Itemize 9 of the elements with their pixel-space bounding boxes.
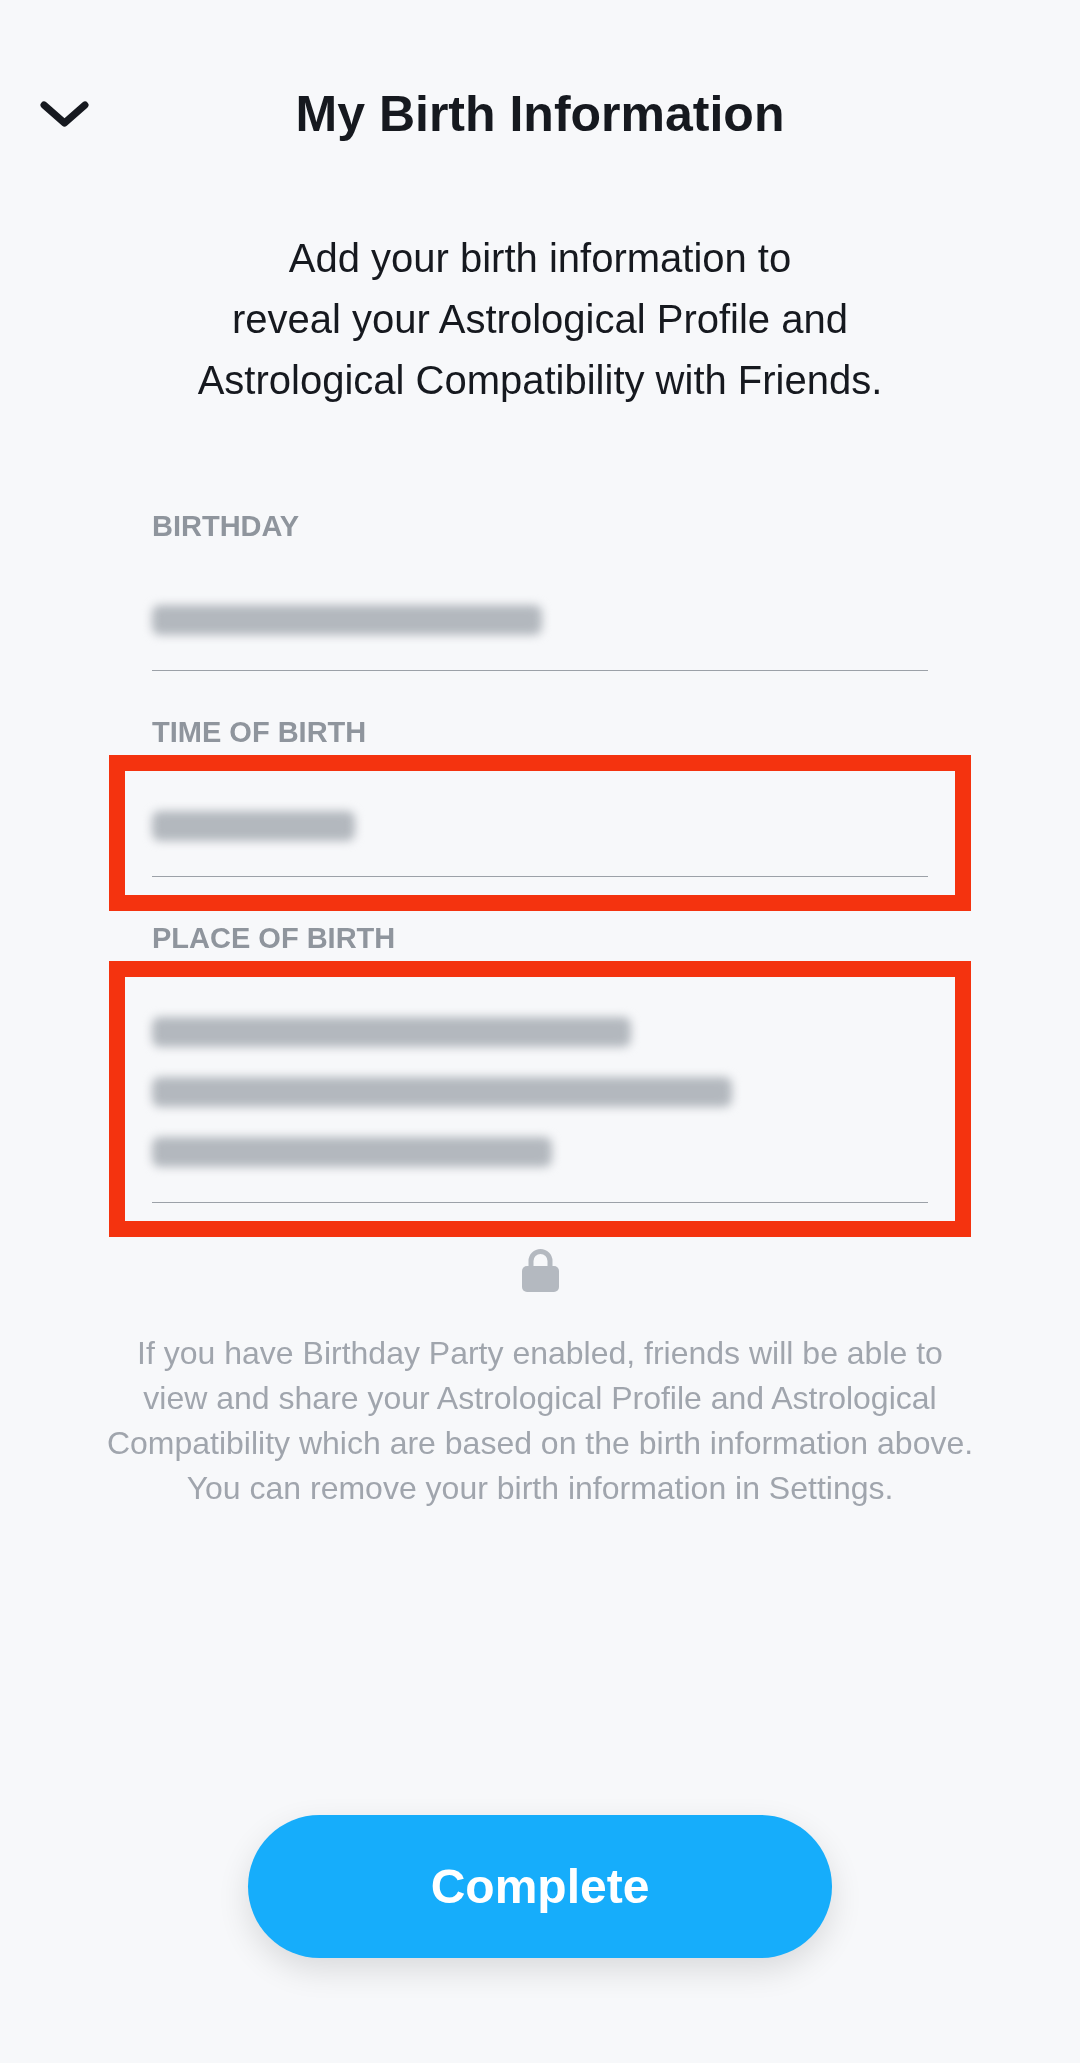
disclaimer-text: If you have Birthday Party enabled, friends will be able to view and share your Astrological Profile and Astrological Compatibility which are based on the birth information above. You can remove your birth information in Settings. [105, 1334, 975, 1508]
chevron-down-icon[interactable] [40, 101, 89, 127]
lock-icon [521, 1249, 559, 1292]
complete-button[interactable]: Complete [248, 1815, 832, 1958]
field-label: TIME OF BIRTH [152, 715, 367, 750]
field-label: BIRTHDAY [152, 509, 300, 544]
field-label: PLACE OF BIRTH [152, 921, 396, 956]
intro-text: Add your birth information to reveal your Astrological Profile and Astrological Compatibility with Friends. [196, 235, 884, 404]
page-title: My Birth Information [295, 85, 785, 144]
